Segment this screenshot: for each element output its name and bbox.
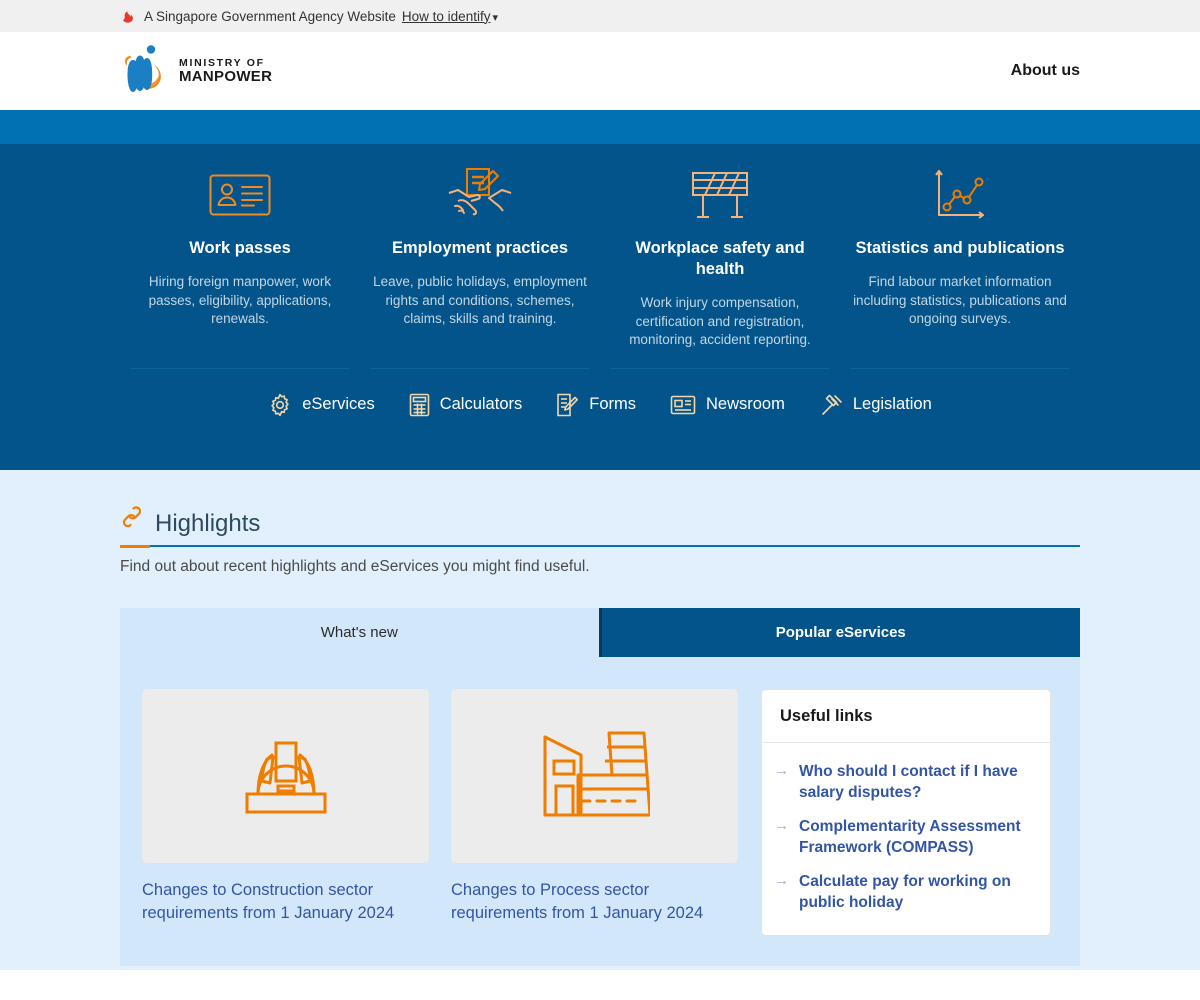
quick-link-label: Forms [589, 395, 636, 414]
government-banner-text: A Singapore Government Agency Website [144, 8, 396, 24]
newspaper-icon [670, 394, 696, 416]
how-to-identify-link[interactable]: How to identify [402, 9, 491, 24]
useful-link-item[interactable]: → Who should I contact if I have salary … [774, 761, 1032, 804]
hero-card-title: Workplace safety and health [635, 239, 805, 279]
quick-links-row: eServices Calculators Forms Newsroom Leg… [0, 393, 1200, 417]
hero-columns: Work passes Hiring foreign manpower, wor… [120, 164, 1080, 350]
useful-link-label: Calculate pay for working on public holi… [799, 872, 1011, 911]
handshake-document-icon [370, 164, 590, 226]
useful-link-item[interactable]: → Complementarity Assessment Framework (… [774, 816, 1032, 859]
hero-divider [360, 367, 600, 369]
hero-card-title: Statistics and publications [855, 239, 1065, 257]
form-pencil-icon [556, 393, 579, 417]
logo-line-2: MANPOWER [179, 67, 273, 85]
hero-divider [600, 367, 840, 369]
line-chart-icon [850, 164, 1070, 226]
quick-link-label: eServices [302, 395, 375, 414]
gear-icon [268, 393, 292, 417]
arrow-right-icon: → [774, 762, 789, 779]
page-title: Highlights [155, 510, 261, 537]
quick-link-forms[interactable]: Forms [556, 393, 636, 417]
singapore-flag-icon [120, 9, 136, 24]
useful-link-item[interactable]: → Calculate pay for working on public ho… [774, 871, 1032, 914]
gavel-icon [819, 393, 843, 417]
site-masthead: MINISTRY OF MANPOWER About us [0, 32, 1200, 110]
tab-popular-eservices[interactable]: Popular eServices [598, 608, 1080, 657]
hero-card-employment-practices[interactable]: Employment practices Leave, public holid… [360, 164, 600, 350]
hero-card-title: Work passes [189, 239, 291, 257]
hero-card-desc: Hiring foreign manpower, work passes, el… [148, 274, 332, 327]
card-image [142, 689, 429, 863]
hero-divider [840, 367, 1080, 369]
card-construction-sector[interactable]: Changes to Construction sector requireme… [142, 689, 429, 936]
hero-section: Work passes Hiring foreign manpower, wor… [0, 144, 1200, 470]
primary-nav-strip[interactable] [0, 110, 1200, 144]
safety-barrier-icon [610, 164, 830, 226]
hero-card-workplace-safety[interactable]: Workplace safety and health Work injury … [600, 164, 840, 350]
hero-divider [120, 367, 360, 369]
hero-card-desc: Leave, public holidays, employment right… [373, 274, 587, 327]
quick-link-label: Calculators [439, 395, 523, 414]
hero-card-title: Employment practices [391, 239, 569, 257]
hero-card-desc: Find labour market information including… [853, 274, 1067, 327]
page-footer-space [0, 970, 1200, 1000]
calculator-icon [409, 393, 430, 417]
card-title: Changes to Construction sector requireme… [142, 881, 395, 923]
cards-row: Changes to Construction sector requireme… [120, 657, 1080, 937]
card-process-sector[interactable]: Changes to Process sector requirements f… [451, 689, 738, 936]
highlights-rule [120, 545, 1080, 548]
about-us-link[interactable]: About us [1011, 62, 1080, 80]
tabs: What's new Popular eServices [120, 608, 1080, 657]
highlights-header: Highlights [120, 504, 1080, 539]
highlights-tab-panel: What's new Popular eServices Changes to … [120, 608, 1080, 967]
hard-hat-icon [227, 726, 345, 827]
chain-link-icon [120, 504, 144, 539]
mom-logo[interactable]: MINISTRY OF MANPOWER [120, 40, 272, 103]
arrow-right-icon: → [774, 816, 789, 834]
quick-link-legislation[interactable]: Legislation [819, 393, 932, 417]
arrow-right-icon: → [774, 871, 789, 889]
card-title: Changes to Process sector requirements f… [451, 881, 704, 923]
hero-card-statistics[interactable]: Statistics and publications Find labour … [840, 164, 1080, 350]
mom-logo-icon [120, 40, 170, 103]
useful-link-label: Complementarity Assessment Framework (CO… [799, 817, 1021, 857]
hero-card-desc: Work injury compensation, certification … [629, 295, 811, 348]
quick-link-label: Legislation [852, 395, 932, 414]
quick-link-calculators[interactable]: Calculators [409, 393, 523, 417]
factory-icon [540, 728, 651, 825]
useful-link-label: Who should I contact if I have salary di… [799, 763, 1018, 802]
hero-card-work-passes[interactable]: Work passes Hiring foreign manpower, wor… [120, 164, 360, 350]
government-banner: A Singapore Government Agency Website Ho… [0, 0, 1200, 32]
tab-whats-new[interactable]: What's new [120, 608, 599, 657]
chevron-down-icon[interactable]: ▾ [492, 11, 498, 24]
logo-line-1: MINISTRY OF [179, 56, 265, 69]
highlights-section: Highlights Find out about recent highlig… [0, 470, 1200, 970]
useful-links-panel: Useful links → Who should I contact if I… [761, 689, 1051, 937]
quick-link-newsroom[interactable]: Newsroom [670, 394, 785, 416]
useful-links-heading: Useful links [762, 690, 1050, 743]
hero-divider-row [120, 367, 1080, 369]
highlights-subtitle: Find out about recent highlights and eSe… [120, 558, 590, 575]
id-card-icon [130, 164, 350, 226]
quick-link-eservices[interactable]: eServices [268, 393, 375, 417]
card-image [451, 689, 738, 863]
quick-link-label: Newsroom [706, 395, 785, 414]
